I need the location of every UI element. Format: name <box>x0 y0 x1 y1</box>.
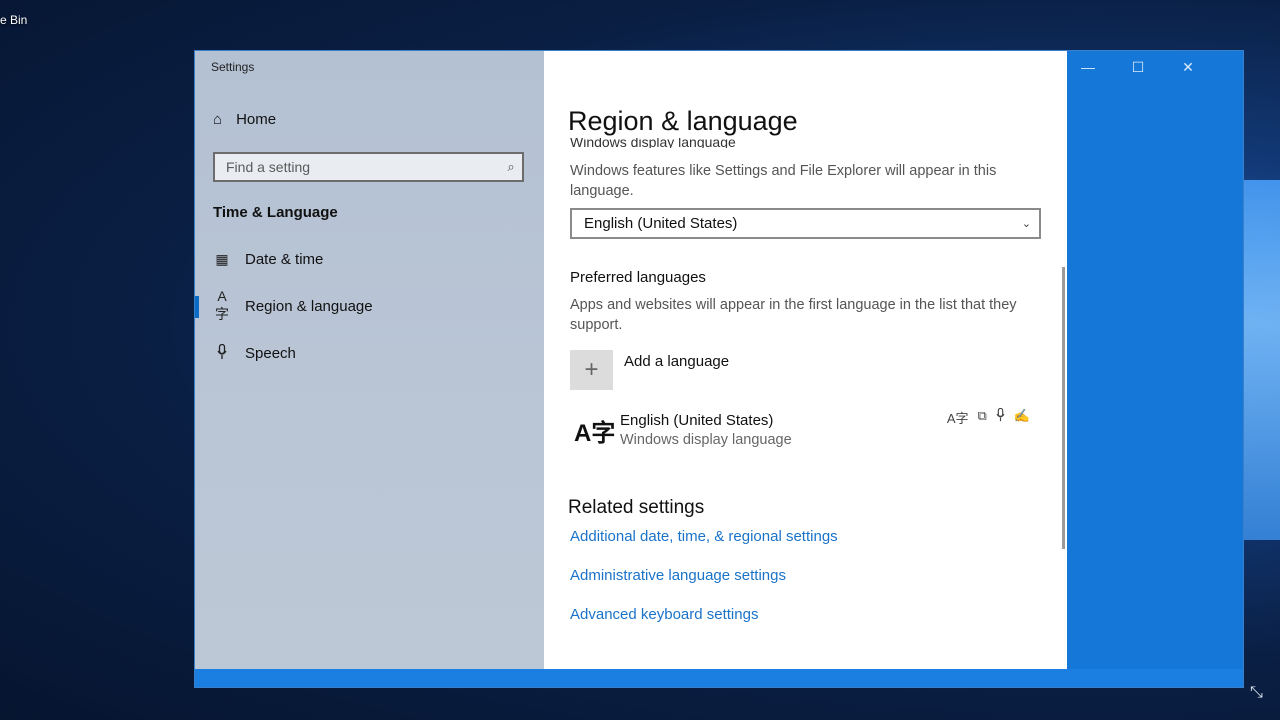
display-language-description: Windows features like Settings and File … <box>570 163 997 199</box>
plus-icon: + <box>570 350 613 390</box>
window-bottom-border <box>195 669 1243 687</box>
settings-window: Settings ⌂ Home ⌕ Time & Language ▦ Date… <box>195 51 1243 687</box>
nav-home[interactable]: ⌂ Home <box>213 111 276 128</box>
language-feature-icons: A字 ⧉ ✍ <box>946 407 1030 427</box>
minimize-button[interactable]: — <box>1063 51 1113 83</box>
microphone-icon <box>213 343 231 363</box>
sidebar-item-date-time[interactable]: ▦ Date & time <box>213 247 323 271</box>
display-icon: ⧉ <box>977 408 987 423</box>
language-glyph-icon: A字 <box>574 420 616 447</box>
sidebar-item-label: Region & language <box>245 297 373 315</box>
nav-home-label: Home <box>236 111 277 128</box>
preferred-languages-description: Apps and websites will appear in the fir… <box>570 297 1017 333</box>
home-icon: ⌂ <box>213 111 223 128</box>
link-additional-date-time[interactable]: Additional date, time, & regional settin… <box>570 528 838 545</box>
maximize-button[interactable]: ☐ <box>1113 51 1163 83</box>
add-language-button[interactable]: + Add a language <box>570 350 729 390</box>
language-pack-icon: A字 <box>946 411 969 426</box>
active-indicator <box>195 296 199 318</box>
recycle-bin-label[interactable]: e Bin <box>0 13 27 27</box>
related-settings-heading: Related settings <box>568 497 705 518</box>
language-list-item[interactable]: A字 English (United States) Windows displ… <box>570 407 1040 451</box>
link-advanced-keyboard[interactable]: Advanced keyboard settings <box>570 606 758 623</box>
display-language-heading: Windows display language <box>570 138 736 148</box>
preferred-languages-heading: Preferred languages <box>570 269 706 286</box>
search-box[interactable]: ⌕ <box>213 152 524 182</box>
calendar-clock-icon: ▦ <box>215 250 229 267</box>
language-icon: A字 <box>215 288 229 322</box>
navigation-pane: Settings ⌂ Home ⌕ Time & Language ▦ Date… <box>195 51 544 669</box>
search-input[interactable] <box>215 158 500 176</box>
chevron-down-icon: ⌄ <box>1021 218 1031 230</box>
language-subtitle: Windows display language <box>620 432 792 448</box>
close-button[interactable]: ✕ <box>1163 51 1213 83</box>
language-name: English (United States) <box>620 412 774 429</box>
sidebar-item-label: Speech <box>245 344 296 362</box>
desktop-wallpaper-glow <box>1240 180 1280 540</box>
link-administrative-language[interactable]: Administrative language settings <box>570 567 786 584</box>
page-title: Region & language <box>568 106 798 136</box>
sidebar-item-region-language[interactable]: A字 Region & language <box>213 288 373 322</box>
content-pane: Region & language Windows display langua… <box>544 51 1067 669</box>
window-title: Settings <box>211 60 255 74</box>
caption-buttons: — ☐ ✕ <box>1067 51 1243 87</box>
sidebar-item-label: Date & time <box>245 250 324 268</box>
add-language-label: Add a language <box>624 353 730 370</box>
speech-icon <box>996 407 1005 427</box>
handwriting-icon: ✍ <box>1013 408 1030 423</box>
scrollbar[interactable] <box>1062 267 1065 549</box>
search-icon[interactable]: ⌕ <box>500 159 522 175</box>
resize-diagonal-icon[interactable]: ⤡ <box>1250 684 1268 702</box>
nav-section-heading: Time & Language <box>213 204 338 221</box>
sidebar-item-speech[interactable]: Speech <box>213 341 296 365</box>
display-language-selected: English (United States) <box>584 215 738 232</box>
display-language-select[interactable]: English (United States) ⌄ <box>570 208 1041 239</box>
